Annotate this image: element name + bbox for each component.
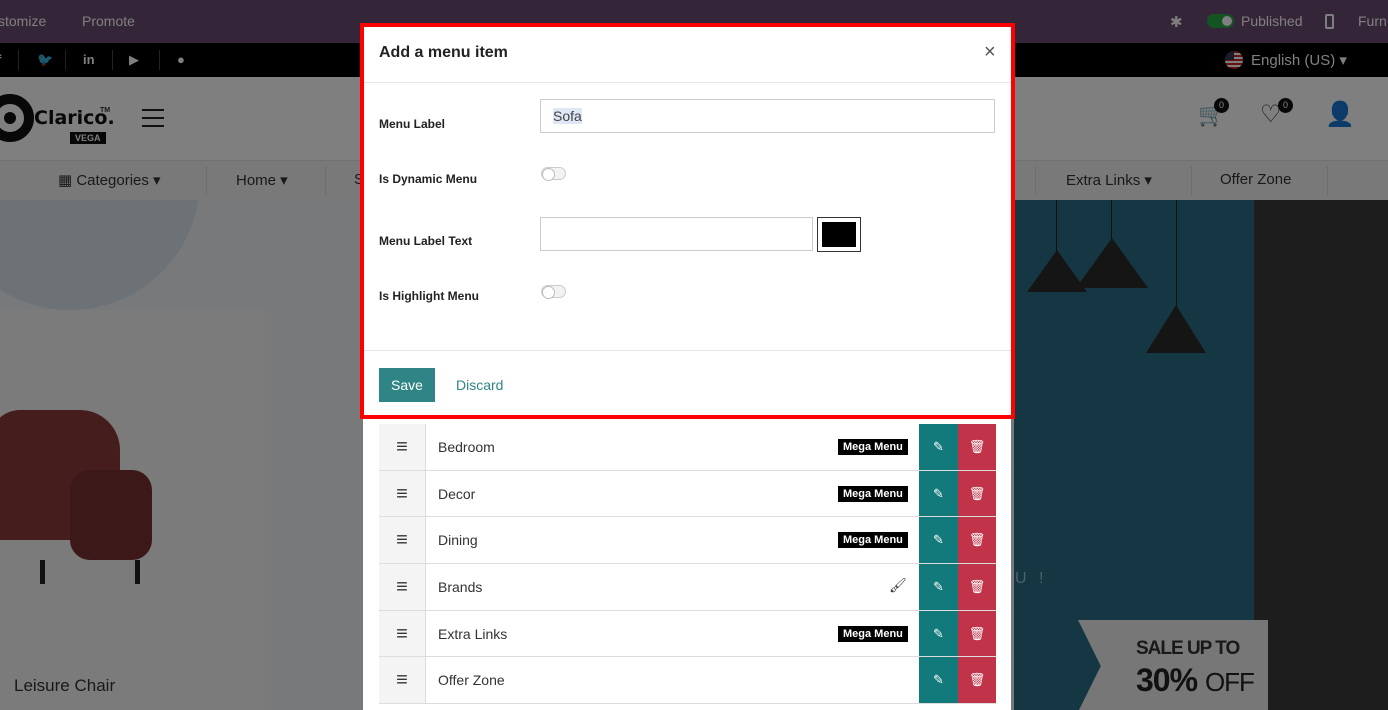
menu-row-label: Extra Links [438, 625, 508, 642]
edit-icon[interactable]: ✎ [919, 610, 958, 657]
menu-label-input[interactable]: Sofa [540, 99, 995, 133]
label-color-picker[interactable] [817, 217, 861, 252]
menu-row-label: Bedroom [438, 439, 495, 455]
edit-icon[interactable]: ✎ [919, 517, 958, 564]
menu-list-row[interactable]: ≡ Decor Mega Menu ✎ 🗑 [379, 470, 996, 518]
brush-icon[interactable]: 🖌 [889, 577, 907, 594]
edit-icon[interactable]: ✎ [919, 470, 958, 517]
is-dynamic-menu-label: Is Dynamic Menu [379, 172, 478, 186]
modal-title: Add a menu item [379, 44, 508, 61]
menu-items-list: ≡ Bedroom Mega Menu ✎ 🗑 ≡ Decor Mega Menu ✎ 🗑 ≡ Din… [379, 424, 996, 705]
menu-row-label: Decor [438, 485, 476, 502]
discard-button[interactable]: Discard [456, 377, 503, 393]
modal-footer: Save Discard [364, 350, 1011, 415]
menu-label-value: Sofa [553, 108, 582, 124]
menu-list-row[interactable]: ≡ Offer Zone ✎ 🗑 [379, 657, 996, 705]
drag-handle-icon[interactable]: ≡ [379, 517, 426, 564]
drag-handle-icon[interactable]: ≡ [379, 657, 426, 704]
drag-handle-icon[interactable]: ≡ [379, 470, 426, 517]
menu-list-row[interactable]: ≡ Bedroom Mega Menu ✎ 🗑 [379, 424, 996, 471]
mega-menu-badge: Mega Menu [838, 439, 908, 455]
mega-menu-badge: Mega Menu [838, 625, 908, 642]
drag-handle-icon[interactable]: ≡ [379, 610, 426, 657]
mega-menu-badge: Mega Menu [838, 485, 908, 502]
trash-icon[interactable]: 🗑 [958, 564, 996, 610]
add-menu-item-modal: Add a menu item × Menu Label Sofa Is Dyn… [360, 23, 1015, 419]
edit-icon[interactable]: ✎ [919, 657, 958, 704]
color-swatch [822, 222, 856, 247]
drag-handle-icon[interactable]: ≡ [379, 424, 426, 470]
drag-handle-icon[interactable]: ≡ [379, 564, 426, 610]
close-icon[interactable]: × [984, 41, 996, 64]
edit-icon[interactable]: ✎ [919, 424, 958, 470]
trash-icon[interactable]: 🗑 [958, 424, 996, 470]
is-highlight-menu-label: Is Highlight Menu [379, 289, 479, 303]
menu-label-text-input[interactable] [540, 217, 813, 251]
menu-row-label: Dining [438, 532, 478, 549]
is-highlight-menu-toggle[interactable] [541, 285, 566, 299]
menu-label-text-label: Menu Label Text [379, 234, 473, 248]
menu-list-row[interactable]: ≡ Extra Links Mega Menu ✎ 🗑 [379, 610, 996, 658]
trash-icon[interactable]: 🗑 [958, 657, 996, 704]
save-button[interactable]: Save [379, 368, 435, 402]
trash-icon[interactable]: 🗑 [958, 610, 996, 657]
mega-menu-badge: Mega Menu [838, 532, 908, 549]
edit-icon[interactable]: ✎ [919, 564, 958, 610]
menu-list-row[interactable]: ≡ Dining Mega Menu ✎ 🗑 [379, 517, 996, 565]
menu-list-row[interactable]: ≡ Brands 🖌 ✎ 🗑 [379, 564, 996, 611]
modal-header: Add a menu item × [364, 27, 1011, 83]
menu-row-label: Offer Zone [438, 672, 505, 689]
menu-label-label: Menu Label [379, 117, 446, 131]
is-dynamic-menu-toggle[interactable] [541, 167, 566, 181]
trash-icon[interactable]: 🗑 [958, 470, 996, 517]
trash-icon[interactable]: 🗑 [958, 517, 996, 564]
menu-row-label: Brands [438, 579, 483, 596]
